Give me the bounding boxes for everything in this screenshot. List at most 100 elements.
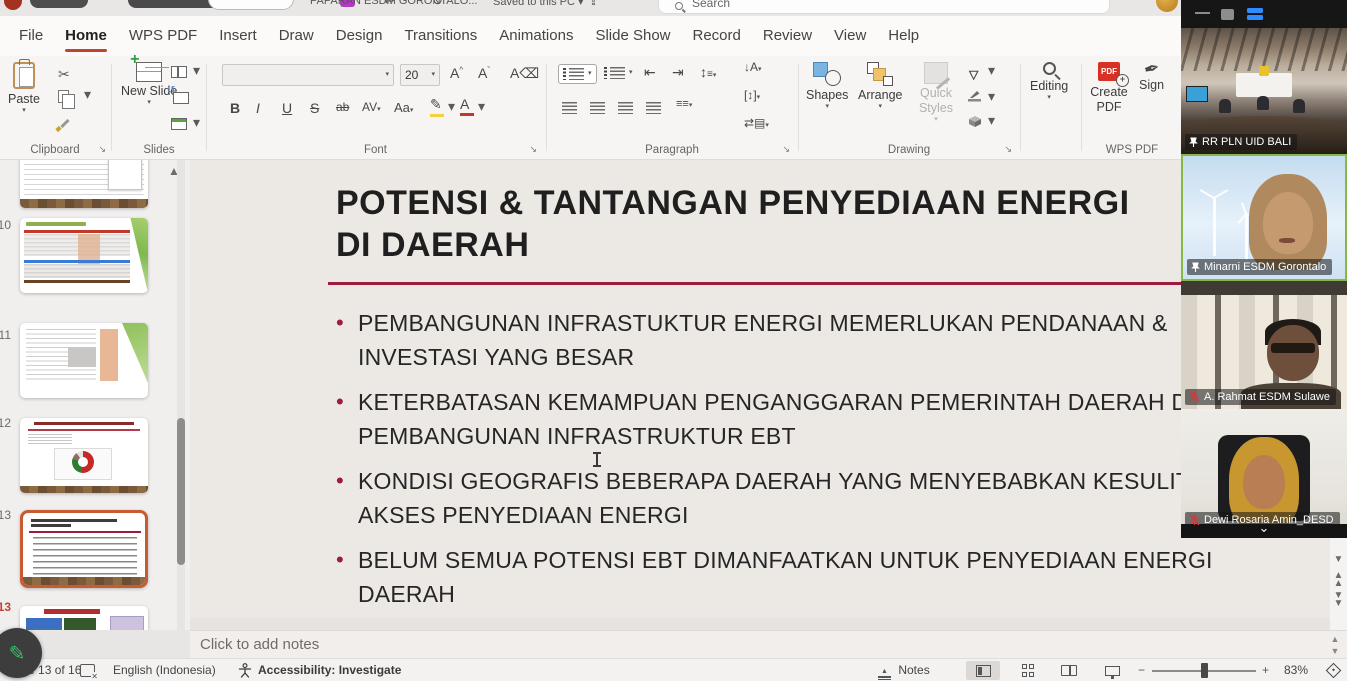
reset-slide-icon[interactable] xyxy=(173,92,189,104)
share-icon[interactable]: ⇪ xyxy=(588,0,599,9)
menu-help[interactable]: Help xyxy=(877,16,930,56)
font-color-dropdown[interactable]: ▾ xyxy=(478,102,485,110)
minimize-icon[interactable]: — xyxy=(1195,4,1210,21)
paste-options-dropdown[interactable]: ▾ xyxy=(84,90,91,98)
sign-button[interactable]: ✒ Sign xyxy=(1139,62,1164,93)
font-size-combo[interactable]: 20▾ xyxy=(400,64,440,86)
bullet-item[interactable]: KONDISI GEOGRAFIS BEBERAPA DAERAH YANG M… xyxy=(358,464,1318,532)
numbering-button[interactable]: ▾ xyxy=(604,67,633,79)
thumbnail-slide-13-chart[interactable] xyxy=(20,418,148,493)
drawing-dialog-launcher[interactable]: ↘ xyxy=(1004,144,1012,155)
spellcheck-icon[interactable] xyxy=(80,664,95,677)
collapse-panel-chevron-icon[interactable]: ⌄ xyxy=(1259,520,1270,536)
zoom-in-button[interactable]: + xyxy=(1262,663,1269,677)
highlight-color-icon[interactable]: ✎ xyxy=(430,96,444,117)
video-tile-rahmat[interactable]: A. Rahmat ESDM Sulawe xyxy=(1181,281,1347,409)
change-case-icon[interactable]: Aa▾ xyxy=(394,100,413,115)
quick-styles-button[interactable]: Quick Styles▾ xyxy=(912,62,960,124)
saved-status[interactable]: Saved to this PC ▾ xyxy=(493,0,584,8)
highlight-dropdown[interactable]: ▾ xyxy=(448,102,455,110)
thumbnail-slide-14[interactable] xyxy=(20,606,148,630)
bullet-item[interactable]: BELUM SEMUA POTENSI EBT DIMANFAATKAN UNT… xyxy=(358,543,1318,611)
previous-slide-button[interactable]: ▲▲ xyxy=(1330,572,1347,588)
app-icon[interactable] xyxy=(4,0,22,10)
section-dropdown[interactable]: ▾ xyxy=(193,118,200,126)
fit-slide-to-window-icon[interactable] xyxy=(1326,663,1342,679)
view-reading-button[interactable] xyxy=(1052,661,1086,680)
outline-dropdown[interactable]: ▾ xyxy=(988,92,995,100)
strikethrough-button[interactable]: S xyxy=(310,100,319,116)
quick-access-bubble[interactable] xyxy=(208,0,294,10)
view-slide-sorter-button[interactable] xyxy=(1011,661,1045,680)
menu-transitions[interactable]: Transitions xyxy=(393,16,488,56)
text-direction-icon[interactable]: ↓A▾ xyxy=(744,60,762,74)
zoom-slider-thumb[interactable] xyxy=(1201,663,1208,678)
thumbnails-scrollbar-thumb[interactable] xyxy=(177,418,185,565)
menu-slide-show[interactable]: Slide Show xyxy=(584,16,681,56)
slide-canvas[interactable]: POTENSI & TANTANGAN PENYEDIAAN ENERGI DI… xyxy=(190,160,1330,618)
align-right-icon[interactable] xyxy=(618,102,633,114)
menu-view[interactable]: View xyxy=(823,16,877,56)
font-name-combo[interactable]: ▾ xyxy=(222,64,394,86)
scroll-down-icon[interactable]: ▼ xyxy=(1330,554,1347,565)
create-pdf-button[interactable]: PDF Create PDF xyxy=(1085,62,1133,115)
strike-ab-icon[interactable]: ab xyxy=(336,100,349,114)
section-icon[interactable] xyxy=(171,118,187,130)
increase-indent-icon[interactable]: ⇥ xyxy=(672,64,684,81)
menu-record[interactable]: Record xyxy=(682,16,752,56)
font-dialog-launcher[interactable]: ↘ xyxy=(529,144,537,155)
menu-file[interactable]: File xyxy=(8,16,54,56)
view-normal-button[interactable] xyxy=(966,661,1000,680)
slide-bullet-list[interactable]: PEMBANGUNAN INFRASTUKTUR ENERGI MEMERLUK… xyxy=(358,306,1318,618)
video-tile-rr-pln[interactable]: RR PLN UID BALI xyxy=(1181,28,1347,154)
layout-dropdown[interactable]: ▾ xyxy=(193,66,200,74)
notes-toggle[interactable]: ▲ Notes xyxy=(878,663,930,681)
clear-formatting-icon[interactable]: A⌫ xyxy=(510,65,539,82)
restore-icon[interactable] xyxy=(1221,9,1234,20)
horizontal-scrollbar[interactable] xyxy=(190,618,1330,630)
bullets-button[interactable]: ▾ xyxy=(558,64,597,84)
next-slide-button[interactable]: ▼▼ xyxy=(1330,592,1347,608)
arrange-button[interactable]: Arrange▾ xyxy=(858,62,902,111)
shapes-button[interactable]: Shapes▾ xyxy=(806,62,848,111)
cut-icon[interactable]: ✂ xyxy=(58,66,70,83)
view-slideshow-button[interactable] xyxy=(1095,661,1129,680)
notes-pane[interactable]: Click to add notes ▲▼ xyxy=(190,630,1347,658)
autosave-toggle[interactable] xyxy=(30,0,88,8)
decrease-indent-icon[interactable]: ⇤ xyxy=(644,64,656,81)
shape-outline-icon[interactable] xyxy=(966,90,984,104)
clipboard-dialog-launcher[interactable]: ↘ xyxy=(98,144,106,155)
thumbnail-slide-13-selected[interactable] xyxy=(20,510,148,588)
gallery-view-icon[interactable] xyxy=(1247,8,1263,22)
copy-icon[interactable] xyxy=(58,90,69,103)
paste-button[interactable]: Paste▾ xyxy=(8,62,40,115)
paragraph-dialog-launcher[interactable]: ↘ xyxy=(782,144,790,155)
video-tile-dewi[interactable]: Dewi Rosaria Amin_DESD ⌄ xyxy=(1181,409,1347,538)
shape-effects-icon[interactable] xyxy=(966,114,984,128)
font-color-icon[interactable]: A xyxy=(460,96,474,116)
underline-button[interactable]: U xyxy=(282,100,292,116)
format-painter-icon[interactable] xyxy=(56,118,70,132)
bullet-item[interactable]: PEMBANGUNAN INFRASTUKTUR ENERGI MEMERLUK… xyxy=(358,306,1318,374)
grow-font-icon[interactable]: A^ xyxy=(450,65,463,81)
shrink-font-icon[interactable]: Aˇ xyxy=(478,65,490,81)
notes-placeholder[interactable]: Click to add notes xyxy=(200,636,319,653)
bold-button[interactable]: B xyxy=(230,100,240,116)
menu-home[interactable]: Home xyxy=(54,16,118,56)
thumbnail-slide-11[interactable] xyxy=(20,218,148,293)
effects-dropdown[interactable]: ▾ xyxy=(988,116,995,124)
zoom-out-button[interactable]: − xyxy=(1138,663,1145,677)
align-center-icon[interactable] xyxy=(590,102,605,114)
line-spacing-icon[interactable]: ↕≡▾ xyxy=(700,64,716,80)
editing-button[interactable]: Editing▾ xyxy=(1030,62,1068,102)
menu-insert[interactable]: Insert xyxy=(208,16,268,56)
character-spacing-icon[interactable]: AV▾ xyxy=(362,100,381,114)
accessibility-status[interactable]: Accessibility: Investigate xyxy=(258,663,401,677)
columns-icon[interactable]: ≡≡▾ xyxy=(676,98,692,110)
smartart-convert-icon[interactable]: ⇄▤▾ xyxy=(744,116,769,130)
notes-scroll-arrows[interactable]: ▲▼ xyxy=(1328,633,1342,657)
bullet-item[interactable]: KETERBATASAN KEMAMPUAN PENGANGGARAN PEME… xyxy=(358,385,1318,453)
justify-icon[interactable] xyxy=(646,102,661,114)
italic-button[interactable]: I xyxy=(256,100,260,116)
menu-wps-pdf[interactable]: WPS PDF xyxy=(118,16,208,56)
